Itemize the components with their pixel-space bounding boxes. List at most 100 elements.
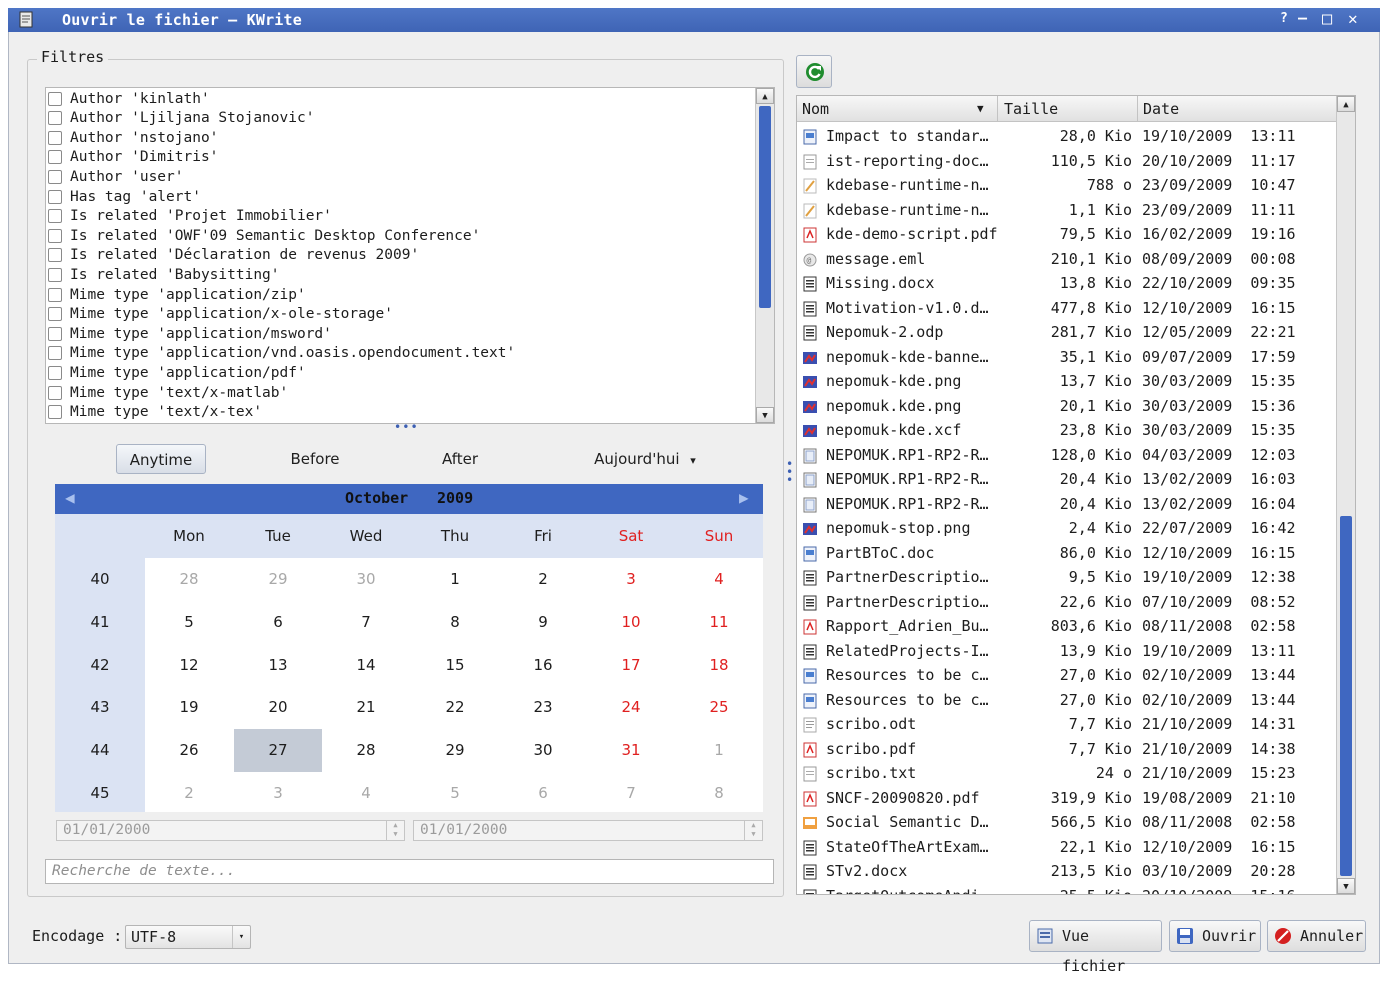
file-row[interactable]: TargetOutcomeAndi… 25,5 Kio 20/10/2009 15:…: [797, 885, 1337, 894]
calendar-day[interactable]: 29: [411, 741, 499, 759]
filter-checkbox[interactable]: [48, 326, 62, 341]
filter-item[interactable]: Author 'kinlath': [46, 89, 210, 108]
calendar-day[interactable]: 7: [587, 784, 675, 802]
calendar-day[interactable]: 30: [322, 570, 410, 588]
filter-item[interactable]: Author 'Ljiljana Stojanovic': [46, 109, 314, 128]
calendar-day[interactable]: 2: [499, 570, 587, 588]
filter-checkbox[interactable]: [48, 91, 62, 106]
file-row[interactable]: scribo.odt 7,7 Kio 21/10/2009 14:31: [797, 713, 1337, 738]
file-row[interactable]: NEPOMUK.RP1-RP2-R… 20,4 Kio 13/02/2009 16:…: [797, 493, 1337, 518]
file-row[interactable]: nepomuk-kde.png 13,7 Kio 30/03/2009 15:35: [797, 370, 1337, 395]
calendar-day[interactable]: 10: [587, 613, 675, 631]
file-list-view[interactable]: Nom ▼ Taille Date Impact to standar… 28,0…: [796, 95, 1356, 895]
file-row[interactable]: Resources to be c… 27,0 Kio 02/10/2009 13:…: [797, 689, 1337, 714]
anytime-button[interactable]: Anytime: [116, 444, 206, 474]
maximize-button[interactable]: □: [1322, 9, 1332, 29]
file-row[interactable]: NEPOMUK.RP1-RP2-R… 128,0 Kio 04/03/2009 12…: [797, 444, 1337, 469]
next-month-icon[interactable]: ▶: [739, 488, 749, 507]
file-row[interactable]: Motivation-v1.0.d… 477,8 Kio 12/10/2009 16…: [797, 297, 1337, 322]
calendar-day[interactable]: 3: [234, 784, 322, 802]
filter-item[interactable]: Has tag 'alert': [46, 187, 201, 206]
calendar-day[interactable]: 17: [587, 656, 675, 674]
calendar-day[interactable]: 1: [411, 570, 499, 588]
calendar-day[interactable]: 18: [675, 656, 763, 674]
calendar-day[interactable]: 22: [411, 698, 499, 716]
filter-item[interactable]: Is related 'Babysitting': [46, 265, 280, 284]
calendar-day[interactable]: 28: [145, 570, 233, 588]
calendar-day[interactable]: 21: [322, 698, 410, 716]
filter-checkbox[interactable]: [48, 346, 62, 361]
scroll-up-arrow-icon[interactable]: ▲: [756, 88, 774, 104]
file-row[interactable]: Social Semantic D… 566,5 Kio 08/11/2008 02…: [797, 811, 1337, 836]
file-row[interactable]: StateOfTheArtExam… 22,1 Kio 12/10/2009 16:…: [797, 836, 1337, 861]
calendar-day[interactable]: 5: [411, 784, 499, 802]
calendar-day[interactable]: 19: [145, 698, 233, 716]
filter-item[interactable]: Mime type 'application/msword': [46, 324, 332, 343]
calendar-day[interactable]: 28: [322, 741, 410, 759]
file-row[interactable]: @ message.eml 210,1 Kio 08/09/2009 00:08: [797, 248, 1337, 273]
filter-item[interactable]: Is related 'Projet Immobilier': [46, 207, 332, 226]
filter-item[interactable]: Mime type 'application/vnd.oasis.opendoc…: [46, 344, 515, 363]
calendar-day[interactable]: 25: [675, 698, 763, 716]
filter-item[interactable]: Author 'nstojano': [46, 128, 218, 147]
file-row[interactable]: SNCF-20090820.pdf 319,9 Kio 19/08/2009 21:…: [797, 787, 1337, 812]
filter-item[interactable]: Mime type 'application/pdf': [46, 363, 306, 382]
filter-list[interactable]: Author 'kinlath' Author 'Ljiljana Stojano…: [45, 87, 775, 424]
calendar-day[interactable]: 1: [675, 741, 763, 759]
filter-checkbox[interactable]: [48, 189, 62, 204]
file-row[interactable]: ist-reporting-doc… 110,5 Kio 20/10/2009 11…: [797, 150, 1337, 175]
calendar-day[interactable]: 3: [587, 570, 675, 588]
calendar-day[interactable]: 8: [411, 613, 499, 631]
calendar-day[interactable]: 29: [234, 570, 322, 588]
filter-checkbox[interactable]: [48, 248, 62, 263]
preview-button[interactable]: Vue fichier: [1029, 920, 1162, 975]
filter-checkbox[interactable]: [48, 267, 62, 282]
filter-checkbox[interactable]: [48, 307, 62, 322]
column-size-header[interactable]: Taille: [1004, 100, 1058, 118]
file-row[interactable]: Impact to standar… 28,0 Kio 19/10/2009 13:…: [797, 125, 1337, 150]
after-button[interactable]: After: [415, 444, 505, 474]
file-row[interactable]: kdebase-runtime-n… 1,1 Kio 23/09/2009 11:1…: [797, 199, 1337, 224]
scroll-up-arrow-icon[interactable]: ▲: [1337, 96, 1355, 112]
date-spinner-icon[interactable]: ▲ ▼: [744, 821, 762, 840]
calendar-day[interactable]: 12: [145, 656, 233, 674]
filter-checkbox[interactable]: [48, 130, 62, 145]
calendar-day[interactable]: 30: [499, 741, 587, 759]
calendar-day[interactable]: 5: [145, 613, 233, 631]
calendar-day[interactable]: 31: [587, 741, 675, 759]
filter-checkbox[interactable]: [48, 385, 62, 400]
before-button[interactable]: Before: [270, 444, 360, 474]
filter-checkbox[interactable]: [48, 209, 62, 224]
file-row[interactable]: RelatedProjects-I… 13,9 Kio 19/10/2009 13:…: [797, 640, 1337, 665]
column-date-header[interactable]: Date: [1143, 100, 1179, 118]
filter-list-scrollbar[interactable]: ▲ ▼: [755, 88, 774, 423]
file-row[interactable]: nepomuk.kde.png 20,1 Kio 30/03/2009 15:36: [797, 395, 1337, 420]
today-dropdown[interactable]: Aujourd'hui ▾: [580, 444, 710, 474]
filter-item[interactable]: Is related 'Déclaration de revenus 2009': [46, 246, 419, 265]
file-row[interactable]: PartBToC.doc 86,0 Kio 12/10/2009 16:15: [797, 542, 1337, 567]
calendar-month[interactable]: October: [345, 489, 408, 507]
sort-descending-icon[interactable]: ▼: [977, 102, 984, 115]
cancel-button[interactable]: Annuler: [1267, 920, 1366, 952]
minimize-button[interactable]: —: [1298, 9, 1307, 27]
text-search-input[interactable]: Recherche de texte...: [45, 859, 774, 884]
file-row[interactable]: kdebase-runtime-n… 788 o 23/09/2009 10:47: [797, 174, 1337, 199]
filter-item[interactable]: Mime type 'application/x-ole-storage': [46, 305, 393, 324]
calendar-day[interactable]: 16: [499, 656, 587, 674]
calendar-day[interactable]: 8: [675, 784, 763, 802]
calendar-day[interactable]: 27: [234, 741, 322, 759]
encoding-select[interactable]: UTF-8 ▾: [125, 925, 251, 949]
reload-button[interactable]: [796, 55, 832, 88]
column-name-header[interactable]: Nom: [802, 100, 829, 118]
file-row[interactable]: scribo.pdf 7,7 Kio 21/10/2009 14:38: [797, 738, 1337, 763]
previous-month-icon[interactable]: ◀: [65, 488, 75, 507]
vertical-splitter-handle[interactable]: • • •: [786, 458, 793, 486]
calendar-day[interactable]: 7: [322, 613, 410, 631]
file-row[interactable]: Rapport_Adrien_Bu… 803,6 Kio 08/11/2008 02…: [797, 615, 1337, 640]
file-row[interactable]: nepomuk-kde.xcf 23,8 Kio 30/03/2009 15:35: [797, 419, 1337, 444]
calendar-day[interactable]: 14: [322, 656, 410, 674]
calendar-year[interactable]: 2009: [437, 489, 473, 507]
calendar-day[interactable]: 4: [675, 570, 763, 588]
scroll-down-arrow-icon[interactable]: ▼: [756, 407, 774, 423]
calendar-day[interactable]: 20: [234, 698, 322, 716]
